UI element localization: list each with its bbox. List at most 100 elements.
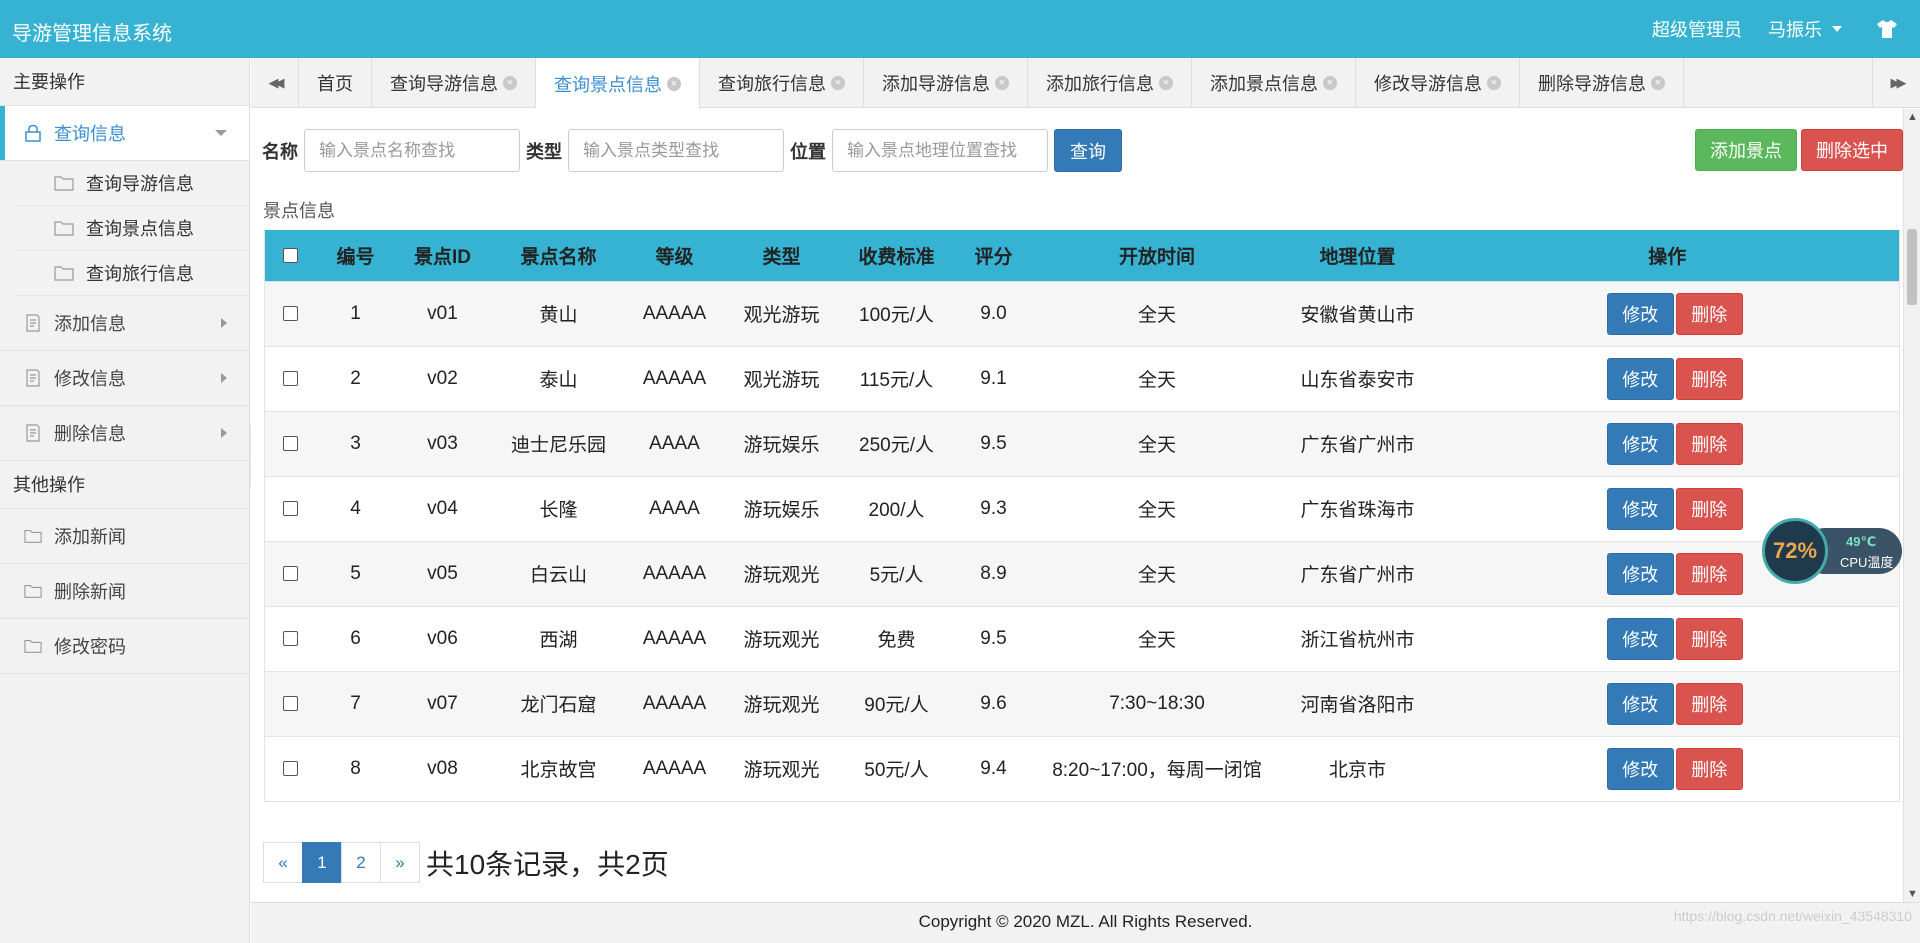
tab-scroll-right-button[interactable]: ▶▶ bbox=[1872, 58, 1920, 108]
sidebar-item-delete[interactable]: 删除信息 bbox=[0, 406, 249, 461]
close-icon[interactable]: × bbox=[503, 76, 517, 90]
pagination-page-1[interactable]: 1 bbox=[302, 842, 342, 883]
sidebar-item-label: 修改密码 bbox=[54, 637, 126, 657]
table-cell: 9.6 bbox=[952, 670, 1035, 736]
scrollbar-thumb[interactable] bbox=[1907, 229, 1917, 305]
table-cell: v01 bbox=[394, 280, 491, 346]
close-icon[interactable]: × bbox=[1159, 76, 1173, 90]
delete-button[interactable]: 删除 bbox=[1675, 747, 1743, 790]
select-all-checkbox[interactable] bbox=[283, 247, 299, 263]
sidebar-item-add-news[interactable]: 添加新闻 bbox=[0, 509, 249, 564]
row-checkbox[interactable] bbox=[283, 435, 299, 451]
add-spot-button[interactable]: 添加景点 bbox=[1695, 129, 1797, 171]
tab-6[interactable]: 添加景点信息 × bbox=[1192, 58, 1356, 108]
close-icon[interactable]: × bbox=[831, 76, 845, 90]
delete-button[interactable]: 删除 bbox=[1675, 617, 1743, 660]
close-icon[interactable]: × bbox=[1323, 76, 1337, 90]
delete-button[interactable]: 删除 bbox=[1675, 357, 1743, 400]
sidebar-item-query[interactable]: 查询信息 bbox=[0, 106, 249, 161]
table-cell: 观光游玩 bbox=[722, 280, 841, 346]
sidebar-item-edit[interactable]: 修改信息 bbox=[0, 351, 249, 406]
vertical-scrollbar[interactable]: ▲ ▼ bbox=[1903, 109, 1920, 902]
tab-3[interactable]: 查询旅行信息 × bbox=[700, 58, 864, 108]
tab-label: 查询旅行信息 bbox=[718, 74, 826, 94]
scroll-up-icon[interactable]: ▲ bbox=[1907, 111, 1918, 123]
table-cell: 3 bbox=[316, 410, 395, 476]
shirt-icon[interactable] bbox=[1876, 19, 1898, 39]
table-cell: 黄山 bbox=[490, 280, 627, 346]
column-header: 评分 bbox=[952, 230, 1035, 281]
tab-label: 修改导游信息 bbox=[1374, 74, 1482, 94]
table-cell: 7:30~18:30 bbox=[1034, 670, 1280, 736]
tab-0[interactable]: 首页 bbox=[299, 58, 372, 108]
table-cell: 广东省广州市 bbox=[1279, 410, 1436, 476]
delete-button[interactable]: 删除 bbox=[1675, 292, 1743, 335]
sidebar-subitem-query-spot[interactable]: 查询景点信息 bbox=[16, 206, 249, 251]
sidebar-subitem-query-guide[interactable]: 查询导游信息 bbox=[16, 161, 249, 206]
table-cell: 广东省珠海市 bbox=[1279, 475, 1436, 541]
table-cell: 9.1 bbox=[952, 345, 1035, 411]
table-cell: 50元/人 bbox=[840, 735, 953, 801]
table-cell: v02 bbox=[394, 345, 491, 411]
tab-5[interactable]: 添加旅行信息 × bbox=[1028, 58, 1192, 108]
username: 马振乐 bbox=[1768, 20, 1822, 40]
row-select-cell bbox=[264, 280, 317, 346]
row-checkbox[interactable] bbox=[283, 630, 299, 646]
delete-button[interactable]: 删除 bbox=[1675, 487, 1743, 530]
query-button[interactable]: 查询 bbox=[1054, 129, 1122, 172]
row-checkbox[interactable] bbox=[283, 370, 299, 386]
close-icon[interactable]: × bbox=[1651, 76, 1665, 90]
delete-button[interactable]: 删除 bbox=[1675, 682, 1743, 725]
row-checkbox[interactable] bbox=[283, 695, 299, 711]
table-cell: 全天 bbox=[1034, 540, 1280, 606]
close-icon[interactable]: × bbox=[1487, 76, 1501, 90]
row-select-cell bbox=[264, 475, 317, 541]
row-checkbox[interactable] bbox=[283, 500, 299, 516]
edit-button[interactable]: 修改 bbox=[1606, 487, 1674, 530]
delete-selected-button[interactable]: 删除选中 bbox=[1801, 129, 1903, 171]
table-cell: 5 bbox=[316, 540, 395, 606]
tab-2[interactable]: 查询景点信息 × bbox=[536, 58, 700, 109]
sidebar-item-label: 添加信息 bbox=[54, 314, 126, 334]
tab-scroll-left-button[interactable]: ◀◀ bbox=[251, 58, 299, 108]
edit-button[interactable]: 修改 bbox=[1606, 747, 1674, 790]
tab-7[interactable]: 修改导游信息 × bbox=[1356, 58, 1520, 108]
sidebar-item-delete-news[interactable]: 删除新闻 bbox=[0, 564, 249, 619]
close-icon[interactable]: × bbox=[667, 76, 681, 91]
type-filter-label: 类型 bbox=[526, 141, 562, 162]
sidebar-item-add[interactable]: 添加信息 bbox=[0, 296, 249, 351]
pagination-page-2[interactable]: 2 bbox=[341, 842, 381, 883]
delete-button[interactable]: 删除 bbox=[1675, 552, 1743, 595]
sidebar-subitem-query-trip[interactable]: 查询旅行信息 bbox=[16, 251, 249, 296]
edit-button[interactable]: 修改 bbox=[1606, 357, 1674, 400]
row-checkbox[interactable] bbox=[283, 565, 299, 581]
close-icon[interactable]: × bbox=[995, 76, 1009, 90]
column-header: 操作 bbox=[1435, 230, 1900, 281]
row-checkbox[interactable] bbox=[283, 760, 299, 776]
footer: Copyright © 2020 MZL. All Rights Reserve… bbox=[251, 902, 1920, 943]
name-search-input[interactable] bbox=[304, 129, 520, 172]
edit-button[interactable]: 修改 bbox=[1606, 422, 1674, 465]
tab-1[interactable]: 查询导游信息 × bbox=[372, 58, 536, 108]
location-filter-label: 位置 bbox=[790, 141, 826, 162]
edit-button[interactable]: 修改 bbox=[1606, 292, 1674, 335]
sidebar-item-change-password[interactable]: 修改密码 bbox=[0, 619, 249, 674]
edit-button[interactable]: 修改 bbox=[1606, 617, 1674, 660]
table-cell: 100元/人 bbox=[840, 280, 953, 346]
user-menu[interactable]: 马振乐 bbox=[1768, 16, 1842, 42]
cpu-monitor-widget[interactable]: 72% 49℃ CPU温度 bbox=[1762, 518, 1902, 584]
tab-4[interactable]: 添加导游信息 × bbox=[864, 58, 1028, 108]
table-cell: 游玩娱乐 bbox=[722, 475, 841, 541]
tab-label: 添加景点信息 bbox=[1210, 74, 1318, 94]
pagination-prev-button[interactable]: « bbox=[263, 842, 303, 883]
pagination-next-button[interactable]: » bbox=[380, 842, 420, 883]
table-cell: 4 bbox=[316, 475, 395, 541]
location-search-input[interactable] bbox=[832, 129, 1048, 172]
type-search-input[interactable] bbox=[568, 129, 784, 172]
delete-button[interactable]: 删除 bbox=[1675, 422, 1743, 465]
sidebar-subitem-label: 查询旅行信息 bbox=[86, 264, 194, 284]
edit-button[interactable]: 修改 bbox=[1606, 682, 1674, 725]
edit-button[interactable]: 修改 bbox=[1606, 552, 1674, 595]
row-checkbox[interactable] bbox=[283, 305, 299, 321]
tab-8[interactable]: 删除导游信息 × bbox=[1520, 58, 1684, 108]
